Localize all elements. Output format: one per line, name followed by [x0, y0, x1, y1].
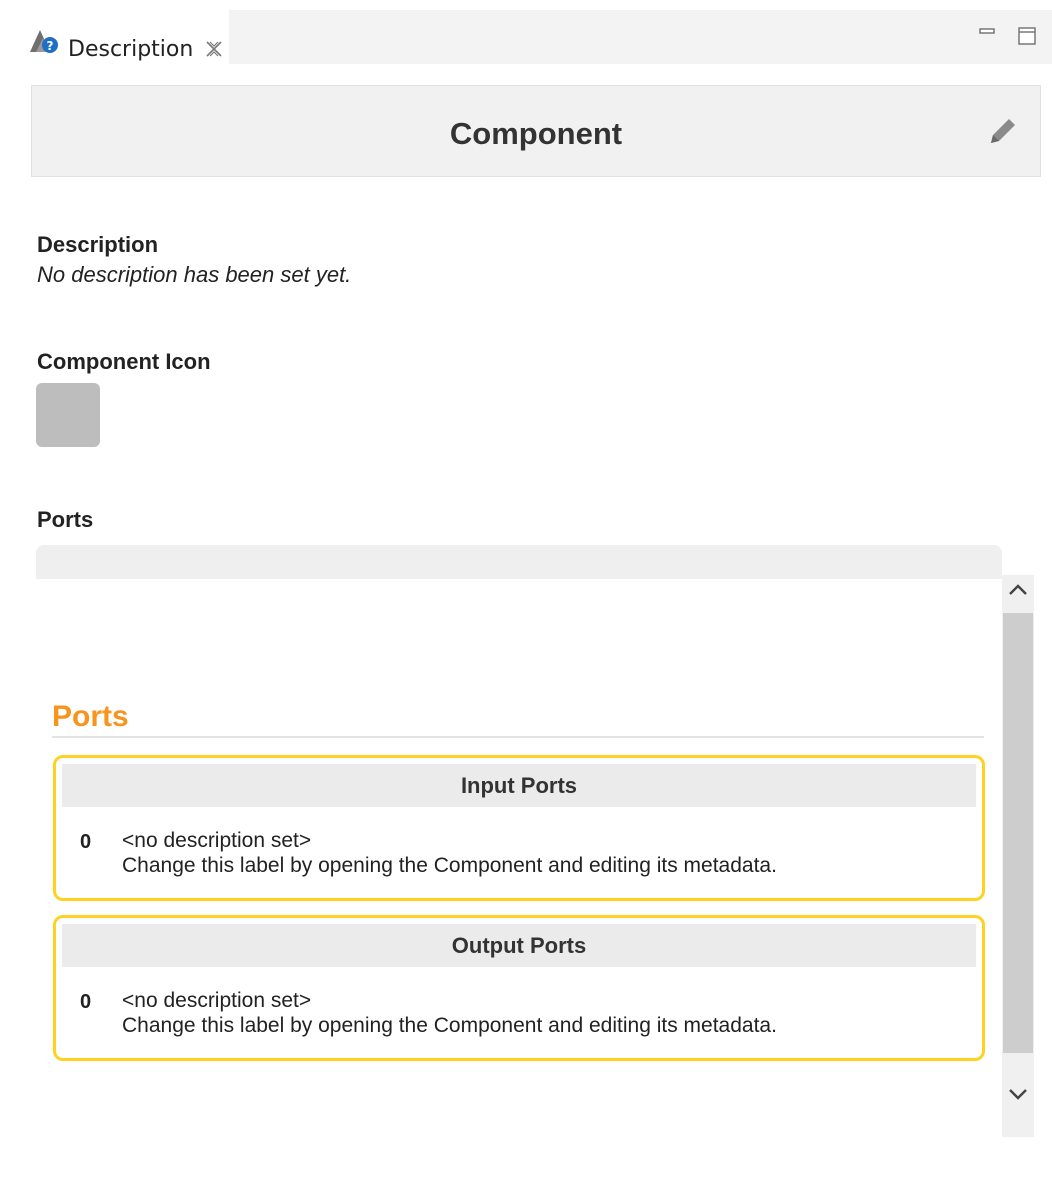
output-port-hint: Change this label by opening the Compone…	[122, 1014, 777, 1037]
minimize-icon[interactable]	[978, 26, 998, 46]
output-ports-title: Output Ports	[62, 924, 976, 967]
tab-label: Description	[68, 37, 194, 62]
ports-panel-header	[36, 545, 1002, 579]
description-text: No description has been set yet.	[37, 262, 352, 287]
component-icon-label: Component Icon	[37, 349, 211, 374]
scrollbar-thumb[interactable]	[1003, 613, 1033, 1053]
view-left-border	[0, 0, 10, 1189]
ports-divider	[52, 736, 984, 738]
input-ports-box: Input Ports 0 <no description set> Chang…	[53, 755, 985, 901]
output-port-index: 0	[80, 991, 92, 1013]
output-port-name: <no description set>	[122, 989, 312, 1012]
input-ports-title: Input Ports	[62, 764, 976, 807]
output-ports-box: Output Ports 0 <no description set> Chan…	[53, 915, 985, 1061]
ports-label: Ports	[37, 507, 94, 532]
close-tab-icon[interactable]	[204, 38, 224, 60]
input-port-hint: Change this label by opening the Compone…	[122, 854, 777, 877]
scroll-up-icon[interactable]	[1006, 580, 1030, 600]
input-port-name: <no description set>	[122, 829, 312, 852]
svg-text:?: ?	[47, 39, 54, 53]
ports-heading: Ports	[52, 700, 129, 733]
component-help-icon: ?	[28, 24, 60, 54]
scroll-down-icon[interactable]	[1006, 1084, 1030, 1104]
pencil-icon[interactable]	[985, 113, 1021, 149]
component-header: Component	[31, 85, 1041, 177]
component-icon-placeholder[interactable]	[36, 383, 100, 447]
input-port-index: 0	[80, 831, 92, 853]
description-label: Description	[37, 232, 159, 257]
component-title: Component	[449, 116, 623, 151]
maximize-icon[interactable]	[1017, 26, 1037, 46]
tab-description[interactable]: ? Description	[10, 10, 229, 64]
